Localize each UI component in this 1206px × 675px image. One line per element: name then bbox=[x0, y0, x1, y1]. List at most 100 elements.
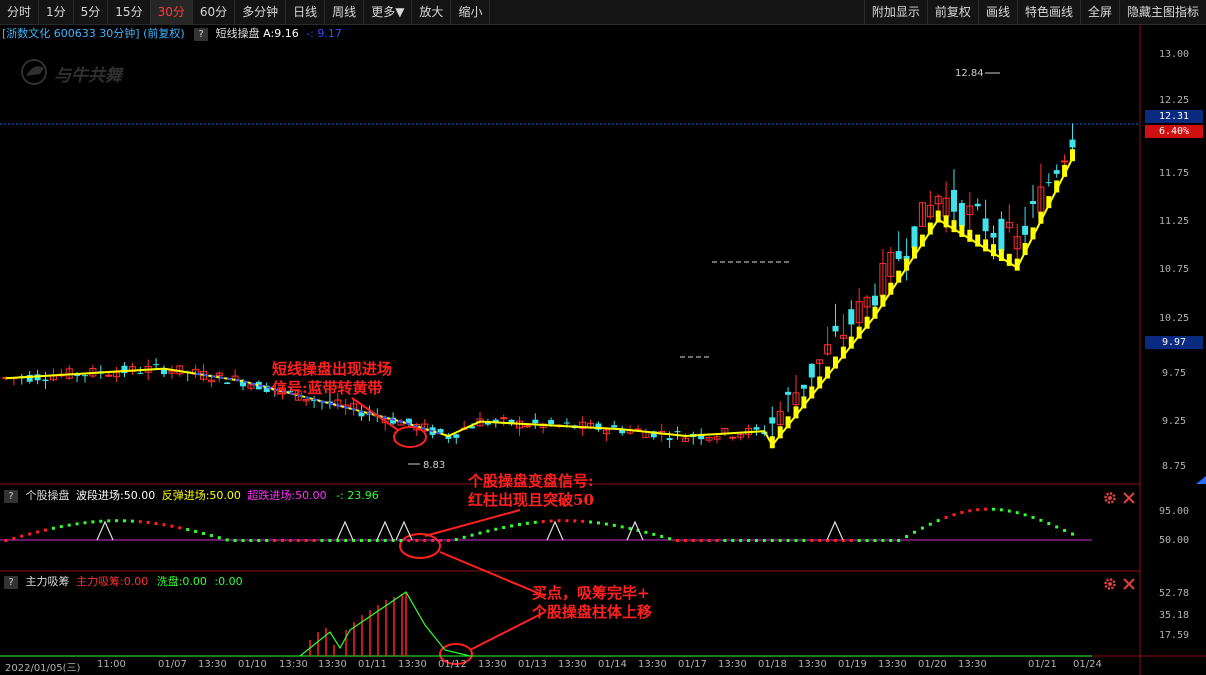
current-price-tag: 12.31 bbox=[1145, 110, 1203, 123]
candle-body bbox=[769, 417, 776, 424]
panel2-tick: 50.00 bbox=[1158, 535, 1190, 546]
annotation-circle bbox=[393, 426, 427, 448]
panel2-dot bbox=[699, 539, 703, 542]
panel2-triangle bbox=[96, 520, 114, 541]
candle-body bbox=[895, 251, 902, 260]
panel2-dot bbox=[913, 530, 916, 534]
panel3-p2: 洗盘:0.00 bbox=[156, 575, 207, 588]
candle-body bbox=[848, 309, 855, 325]
date-tick: 13:30 bbox=[638, 659, 667, 670]
panel2-dot bbox=[312, 539, 316, 542]
panel2-triangle bbox=[546, 520, 564, 541]
panel2-dot bbox=[439, 539, 442, 542]
panel2-triangle bbox=[395, 520, 413, 541]
date-tick: 01/07 bbox=[158, 659, 187, 670]
annotation-buy-point: 买点，吸筹完毕+ 个股操盘柱体上移 bbox=[532, 584, 652, 622]
panel3-p1: 主力吸筹:0.00 bbox=[76, 575, 149, 588]
date-tick: 13:30 bbox=[558, 659, 587, 670]
panel2-dot bbox=[905, 535, 909, 539]
close-icon[interactable] bbox=[1122, 577, 1136, 591]
candle-body bbox=[42, 379, 49, 382]
candle-body bbox=[958, 203, 965, 227]
panel2-triangle bbox=[336, 520, 354, 541]
candle-body bbox=[1022, 225, 1029, 235]
panel2-dot bbox=[668, 537, 672, 541]
panel2-tick: 95.00 bbox=[1158, 506, 1190, 517]
panel2-dot bbox=[1055, 525, 1059, 529]
panel2-dot bbox=[620, 525, 624, 529]
panel2-dot bbox=[241, 539, 245, 542]
candle-body bbox=[1069, 139, 1076, 148]
panel2-dot bbox=[541, 520, 545, 524]
date-tick: 13:30 bbox=[279, 659, 308, 670]
candle-body bbox=[82, 375, 88, 377]
candle-body bbox=[753, 427, 760, 430]
price-tick: 8.75 bbox=[1161, 461, 1187, 472]
low-label: 8.83 bbox=[423, 460, 446, 471]
panel2-dot bbox=[676, 539, 679, 542]
help-icon[interactable]: ? bbox=[194, 27, 209, 41]
panel2-dot bbox=[186, 528, 190, 532]
date-tick: 2022/01/05(三) bbox=[5, 663, 81, 674]
panel2-dot bbox=[288, 539, 292, 542]
annotation-text: 信号:蓝带转黄带 bbox=[272, 379, 383, 397]
panel2-dot bbox=[644, 530, 648, 534]
panel2-dot bbox=[367, 539, 371, 542]
panel2-dot bbox=[470, 533, 474, 537]
candle-body bbox=[800, 384, 807, 389]
panel2-dot bbox=[881, 539, 885, 542]
gear-icon[interactable] bbox=[1103, 491, 1117, 505]
panel2-dot bbox=[233, 539, 237, 542]
panel2-dot bbox=[225, 538, 229, 542]
panel2-dot bbox=[454, 538, 458, 542]
price-tick: 9.25 bbox=[1161, 416, 1187, 427]
candle-body bbox=[990, 232, 997, 238]
panel2-dot bbox=[518, 523, 521, 527]
panel2-dot bbox=[360, 539, 363, 542]
panel2-dot bbox=[755, 539, 758, 542]
trend-line bbox=[5, 157, 1074, 448]
panel2-dot bbox=[604, 522, 608, 526]
panel2-dot bbox=[75, 522, 79, 526]
panel2-dot bbox=[802, 539, 806, 542]
panel2-dot bbox=[446, 539, 450, 542]
candle-body bbox=[611, 425, 618, 428]
panel2-dot bbox=[999, 508, 1003, 512]
indicator-name[interactable]: 短线操盘 bbox=[216, 27, 260, 40]
adjust-label: (前复权) bbox=[143, 27, 185, 40]
panel2-dot bbox=[59, 525, 63, 529]
panel2-dot bbox=[589, 520, 593, 524]
panel2-dot bbox=[612, 523, 616, 527]
gear-icon[interactable] bbox=[1103, 577, 1117, 591]
annotation-arrow bbox=[439, 551, 546, 597]
panel2-dot bbox=[344, 539, 348, 542]
help-icon[interactable]: ? bbox=[4, 575, 18, 589]
date-tick: 01/19 bbox=[838, 659, 867, 670]
panel2-p1: 波段进场:50.00 bbox=[76, 489, 156, 502]
panel2-dot bbox=[936, 519, 940, 523]
panel2-dot bbox=[723, 539, 727, 542]
panel2-dot bbox=[707, 539, 711, 542]
panel2-dot bbox=[304, 539, 308, 542]
panel2-triangle bbox=[626, 520, 644, 541]
panel2-dot bbox=[597, 521, 600, 525]
annotation-arrow bbox=[424, 509, 521, 537]
panel2-dot bbox=[1007, 509, 1011, 513]
panel2-dot bbox=[431, 539, 435, 542]
candle-body bbox=[500, 417, 508, 420]
close-icon[interactable] bbox=[1122, 491, 1136, 505]
panel2-name[interactable]: 个股操盘 bbox=[26, 489, 70, 502]
candle-body bbox=[153, 364, 160, 366]
panel2-dot bbox=[952, 513, 956, 517]
panel2-dot bbox=[976, 508, 980, 512]
panel2-dot bbox=[928, 522, 932, 526]
help-icon[interactable]: ? bbox=[4, 489, 18, 503]
panel2-dot bbox=[770, 539, 774, 542]
panel3-name[interactable]: 主力吸筹 bbox=[26, 575, 70, 588]
panel2-dot bbox=[320, 539, 324, 542]
panel2-dot bbox=[194, 529, 198, 533]
date-tick: 13:30 bbox=[318, 659, 347, 670]
panel2-dot bbox=[28, 532, 32, 536]
panel2-dot bbox=[984, 507, 988, 511]
panel2-dot bbox=[67, 523, 71, 527]
